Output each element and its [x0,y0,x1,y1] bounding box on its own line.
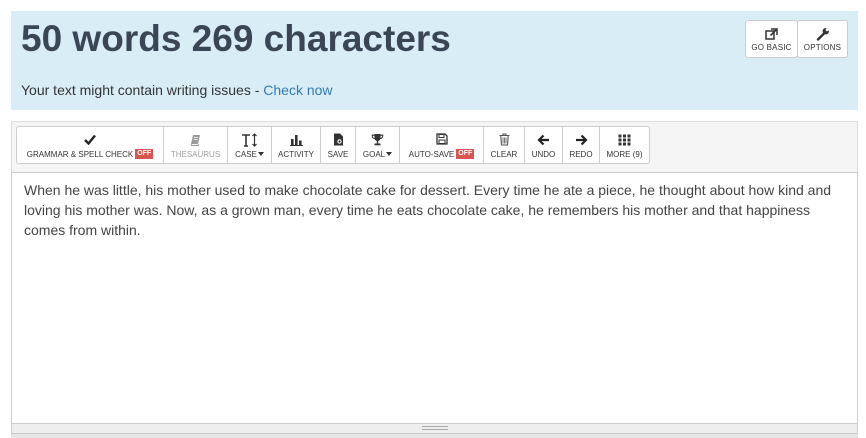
bar-chart-icon [289,132,303,148]
redo-label: REDO [569,149,593,159]
go-basic-label: GO BASIC [751,43,792,52]
header-buttons: GO BASIC OPTIONS [745,20,848,58]
save-button[interactable]: SAVE [320,126,356,164]
save-file-icon [333,132,344,148]
caret-down-icon [257,152,264,156]
wrench-icon [816,26,830,42]
check-icon [84,131,96,147]
redo-button[interactable]: REDO [562,126,600,164]
issues-text: Your text might contain writing issues - [21,82,264,98]
options-label: OPTIONS [803,43,842,52]
trophy-icon [371,132,384,148]
case-dropdown-button[interactable]: CASE [227,126,272,164]
floppy-disk-icon [435,131,448,147]
case-label: CASE [235,149,257,159]
go-basic-button[interactable]: GO BASIC [745,20,798,58]
editor-resize-handle[interactable] [11,424,858,434]
bottom-divider [11,434,858,438]
auto-save-button[interactable]: AUTO-SAVE OFF [399,126,484,164]
grid-icon [618,132,631,148]
auto-save-label: AUTO-SAVE [408,149,455,159]
text-height-icon [241,132,258,148]
resize-grip-icon [422,426,448,430]
check-now-link[interactable]: Check now [263,82,332,98]
activity-label: ACTIVITY [277,149,314,159]
arrow-left-icon [537,132,550,148]
writing-issues-notice: Your text might contain writing issues -… [21,82,333,98]
clear-label: CLEAR [490,149,518,159]
grammar-spell-check-button[interactable]: GRAMMAR & SPELL CHECK OFF [16,126,164,164]
thesaurus-button[interactable]: THESAURUS [163,126,228,164]
editor-toolbar: GRAMMAR & SPELL CHECKOFF THESAURUS CASE [11,121,858,172]
toolbar-buttons: GRAMMAR & SPELL CHECKOFF THESAURUS CASE [16,126,650,164]
book-icon [190,132,201,148]
stats-panel: 50 words 269 characters Your text might … [11,11,858,110]
grammar-label: GRAMMAR & SPELL CHECK [26,149,134,159]
clear-button[interactable]: CLEAR [483,126,525,164]
more-label: MORE (9) [606,149,643,159]
thesaurus-label: THESAURUS [170,149,221,159]
external-link-icon [765,26,778,42]
arrow-right-icon [575,132,588,148]
more-button[interactable]: MORE (9) [599,126,650,164]
options-button[interactable]: OPTIONS [797,20,848,58]
undo-label: UNDO [531,149,556,159]
auto-save-off-badge: OFF [456,149,475,159]
save-label: SAVE [327,149,349,159]
word-character-count: 50 words 269 characters [21,18,451,59]
trash-icon [499,132,510,148]
activity-button[interactable]: ACTIVITY [271,126,321,164]
text-editor[interactable]: When he was little, his mother used to m… [11,172,858,424]
grammar-off-badge: OFF [135,149,154,159]
goal-dropdown-button[interactable]: GOAL [355,126,400,164]
undo-button[interactable]: UNDO [524,126,563,164]
caret-down-icon [386,152,393,156]
goal-label: GOAL [362,149,386,159]
